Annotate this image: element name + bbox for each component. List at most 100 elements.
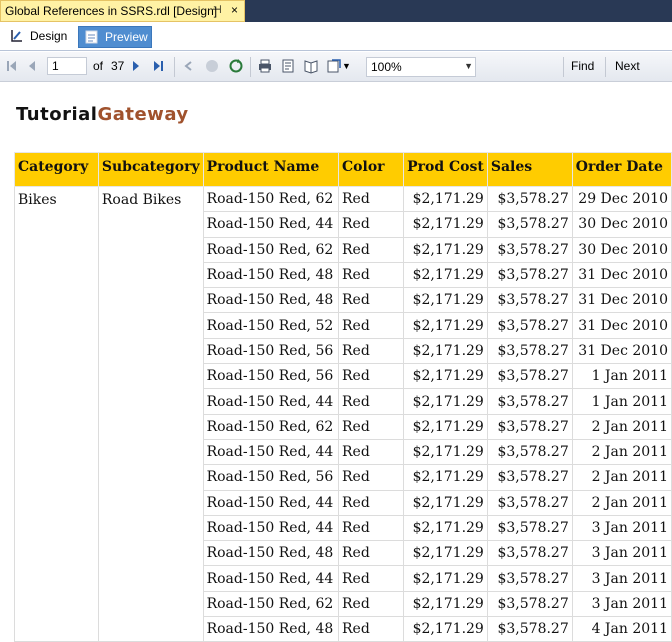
prod-cost-cell: $2,171.29	[403, 438, 488, 466]
product-name-cell: Road-150 Red, 62	[202, 236, 340, 263]
product-name-cell: Road-150 Red, 44	[202, 565, 340, 592]
document-tab-title: Global References in SSRS.rdl [Design]	[5, 4, 218, 18]
prod-cost-cell: $2,171.29	[403, 464, 488, 491]
prod-cost-cell: $2,171.29	[403, 363, 488, 390]
product-name-cell: Road-150 Red, 62	[202, 590, 340, 618]
prod-cost-cell: $2,171.29	[403, 616, 488, 642]
table-header-row: Category Subcategory Product Name Color Prod…	[14, 152, 672, 187]
print-layout-icon[interactable]	[280, 58, 296, 74]
find-button[interactable]: Find	[571, 59, 594, 73]
sales-cell: $3,578.27	[486, 616, 573, 642]
close-icon[interactable]: ×	[231, 3, 238, 17]
sales-cell: $3,578.27	[486, 363, 573, 390]
tab-preview[interactable]: Preview	[78, 26, 152, 48]
sales-cell: $3,578.27	[486, 185, 573, 213]
last-page-icon[interactable]	[150, 58, 166, 74]
prod-cost-cell: $2,171.29	[403, 540, 488, 567]
report-canvas: TutorialGateway Category Subcategory Produ…	[0, 82, 672, 642]
toolbar-separator	[563, 57, 564, 77]
print-icon[interactable]	[257, 58, 273, 74]
of-label: of	[93, 59, 104, 73]
sales-cell: $3,578.27	[486, 590, 573, 618]
sales-cell: $3,578.27	[486, 261, 573, 289]
export-dropdown-icon[interactable]: ▼	[342, 61, 351, 71]
order-date-cell: 3 Jan 2011	[571, 514, 672, 542]
zoom-value: 100%	[371, 60, 402, 74]
sales-cell: $3,578.27	[486, 312, 573, 339]
table-body: Bikes Road Bikes Road-150 Red, 62 Red $2,171…	[14, 185, 672, 642]
color-cell: Red	[338, 312, 405, 339]
order-date-cell: 31 Dec 2010	[571, 261, 672, 289]
logo-text-part2: Gateway	[97, 104, 189, 125]
export-icon[interactable]	[326, 58, 342, 74]
tab-design[interactable]: Design	[4, 26, 74, 48]
table-row: Bikes Road Bikes Road-150 Red, 62 Red $2,171…	[14, 185, 672, 642]
product-name-cell: Road-150 Red, 48	[202, 261, 340, 289]
color-cell: Red	[338, 438, 405, 466]
color-cell: Red	[338, 616, 405, 642]
zoom-select[interactable]: 100% ▼	[366, 57, 476, 77]
tab-preview-label: Preview	[105, 30, 148, 44]
prod-cost-cell: $2,171.29	[403, 565, 488, 592]
order-date-cell: 2 Jan 2011	[571, 438, 672, 466]
preview-icon	[85, 30, 98, 44]
color-cell: Red	[338, 489, 405, 516]
order-date-cell: 2 Jan 2011	[571, 464, 672, 491]
toolbar-separator	[174, 57, 175, 77]
next-page-icon[interactable]	[128, 58, 144, 74]
page-setup-icon[interactable]	[303, 58, 319, 74]
product-name-cell: Road-150 Red, 44	[202, 489, 340, 516]
product-name-cell: Road-150 Red, 56	[202, 464, 340, 491]
order-date-cell: 2 Jan 2011	[571, 413, 672, 440]
tab-design-label: Design	[30, 29, 68, 43]
product-name-cell: Road-150 Red, 48	[202, 287, 340, 314]
color-cell: Red	[338, 540, 405, 567]
sales-cell: $3,578.27	[486, 489, 573, 516]
product-name-cell: Road-150 Red, 44	[202, 514, 340, 542]
column-header: Sales	[486, 152, 573, 187]
prod-cost-cell: $2,171.29	[403, 312, 488, 339]
subcategory-cell: Road Bikes	[97, 186, 204, 642]
document-tab-strip: Global References in SSRS.rdl [Design] ⊣…	[0, 0, 672, 22]
order-date-cell: 2 Jan 2011	[571, 489, 672, 516]
sales-cell: $3,578.27	[486, 413, 573, 440]
design-icon	[11, 30, 22, 42]
product-name-cell: Road-150 Red, 48	[202, 616, 340, 642]
prod-cost-cell: $2,171.29	[403, 185, 488, 213]
current-page-input[interactable]: 1	[47, 57, 87, 75]
first-page-icon[interactable]	[4, 58, 20, 74]
tutorial-gateway-logo: TutorialGateway	[16, 104, 189, 125]
order-date-cell: 31 Dec 2010	[571, 312, 672, 339]
color-cell: Red	[338, 565, 405, 592]
color-cell: Red	[338, 363, 405, 390]
order-date-cell: 3 Jan 2011	[571, 565, 672, 592]
sales-cell: $3,578.27	[486, 388, 573, 415]
color-cell: Red	[338, 388, 405, 415]
sales-cell: $3,578.27	[486, 540, 573, 567]
product-name-cell: Road-150 Red, 48	[202, 540, 340, 567]
column-header: Category	[14, 152, 99, 187]
prod-cost-cell: $2,171.29	[403, 236, 488, 263]
order-date-cell: 31 Dec 2010	[571, 287, 672, 314]
order-date-cell: 3 Jan 2011	[571, 540, 672, 567]
color-cell: Red	[338, 590, 405, 618]
previous-page-icon[interactable]	[24, 58, 40, 74]
sales-cell: $3,578.27	[486, 464, 573, 491]
prod-cost-cell: $2,171.29	[403, 489, 488, 516]
stop-icon[interactable]	[204, 58, 220, 74]
back-icon[interactable]	[181, 58, 197, 74]
order-date-cell: 1 Jan 2011	[571, 388, 672, 415]
total-pages: 37	[111, 59, 125, 73]
sales-cell: $3,578.27	[486, 287, 573, 314]
pin-icon[interactable]: ⊣	[212, 3, 222, 16]
order-date-cell: 4 Jan 2011	[571, 616, 672, 642]
report-table: Category Subcategory Product Name Color Prod…	[14, 152, 672, 642]
next-button[interactable]: Next	[615, 59, 640, 73]
prod-cost-cell: $2,171.29	[403, 590, 488, 618]
order-date-cell: 30 Dec 2010	[571, 236, 672, 263]
document-tab[interactable]: Global References in SSRS.rdl [Design] ⊣…	[0, 0, 245, 22]
prod-cost-cell: $2,171.29	[403, 514, 488, 542]
product-name-cell: Road-150 Red, 44	[202, 388, 340, 415]
product-name-cell: Road-150 Red, 52	[202, 312, 340, 339]
refresh-icon[interactable]	[228, 58, 244, 74]
